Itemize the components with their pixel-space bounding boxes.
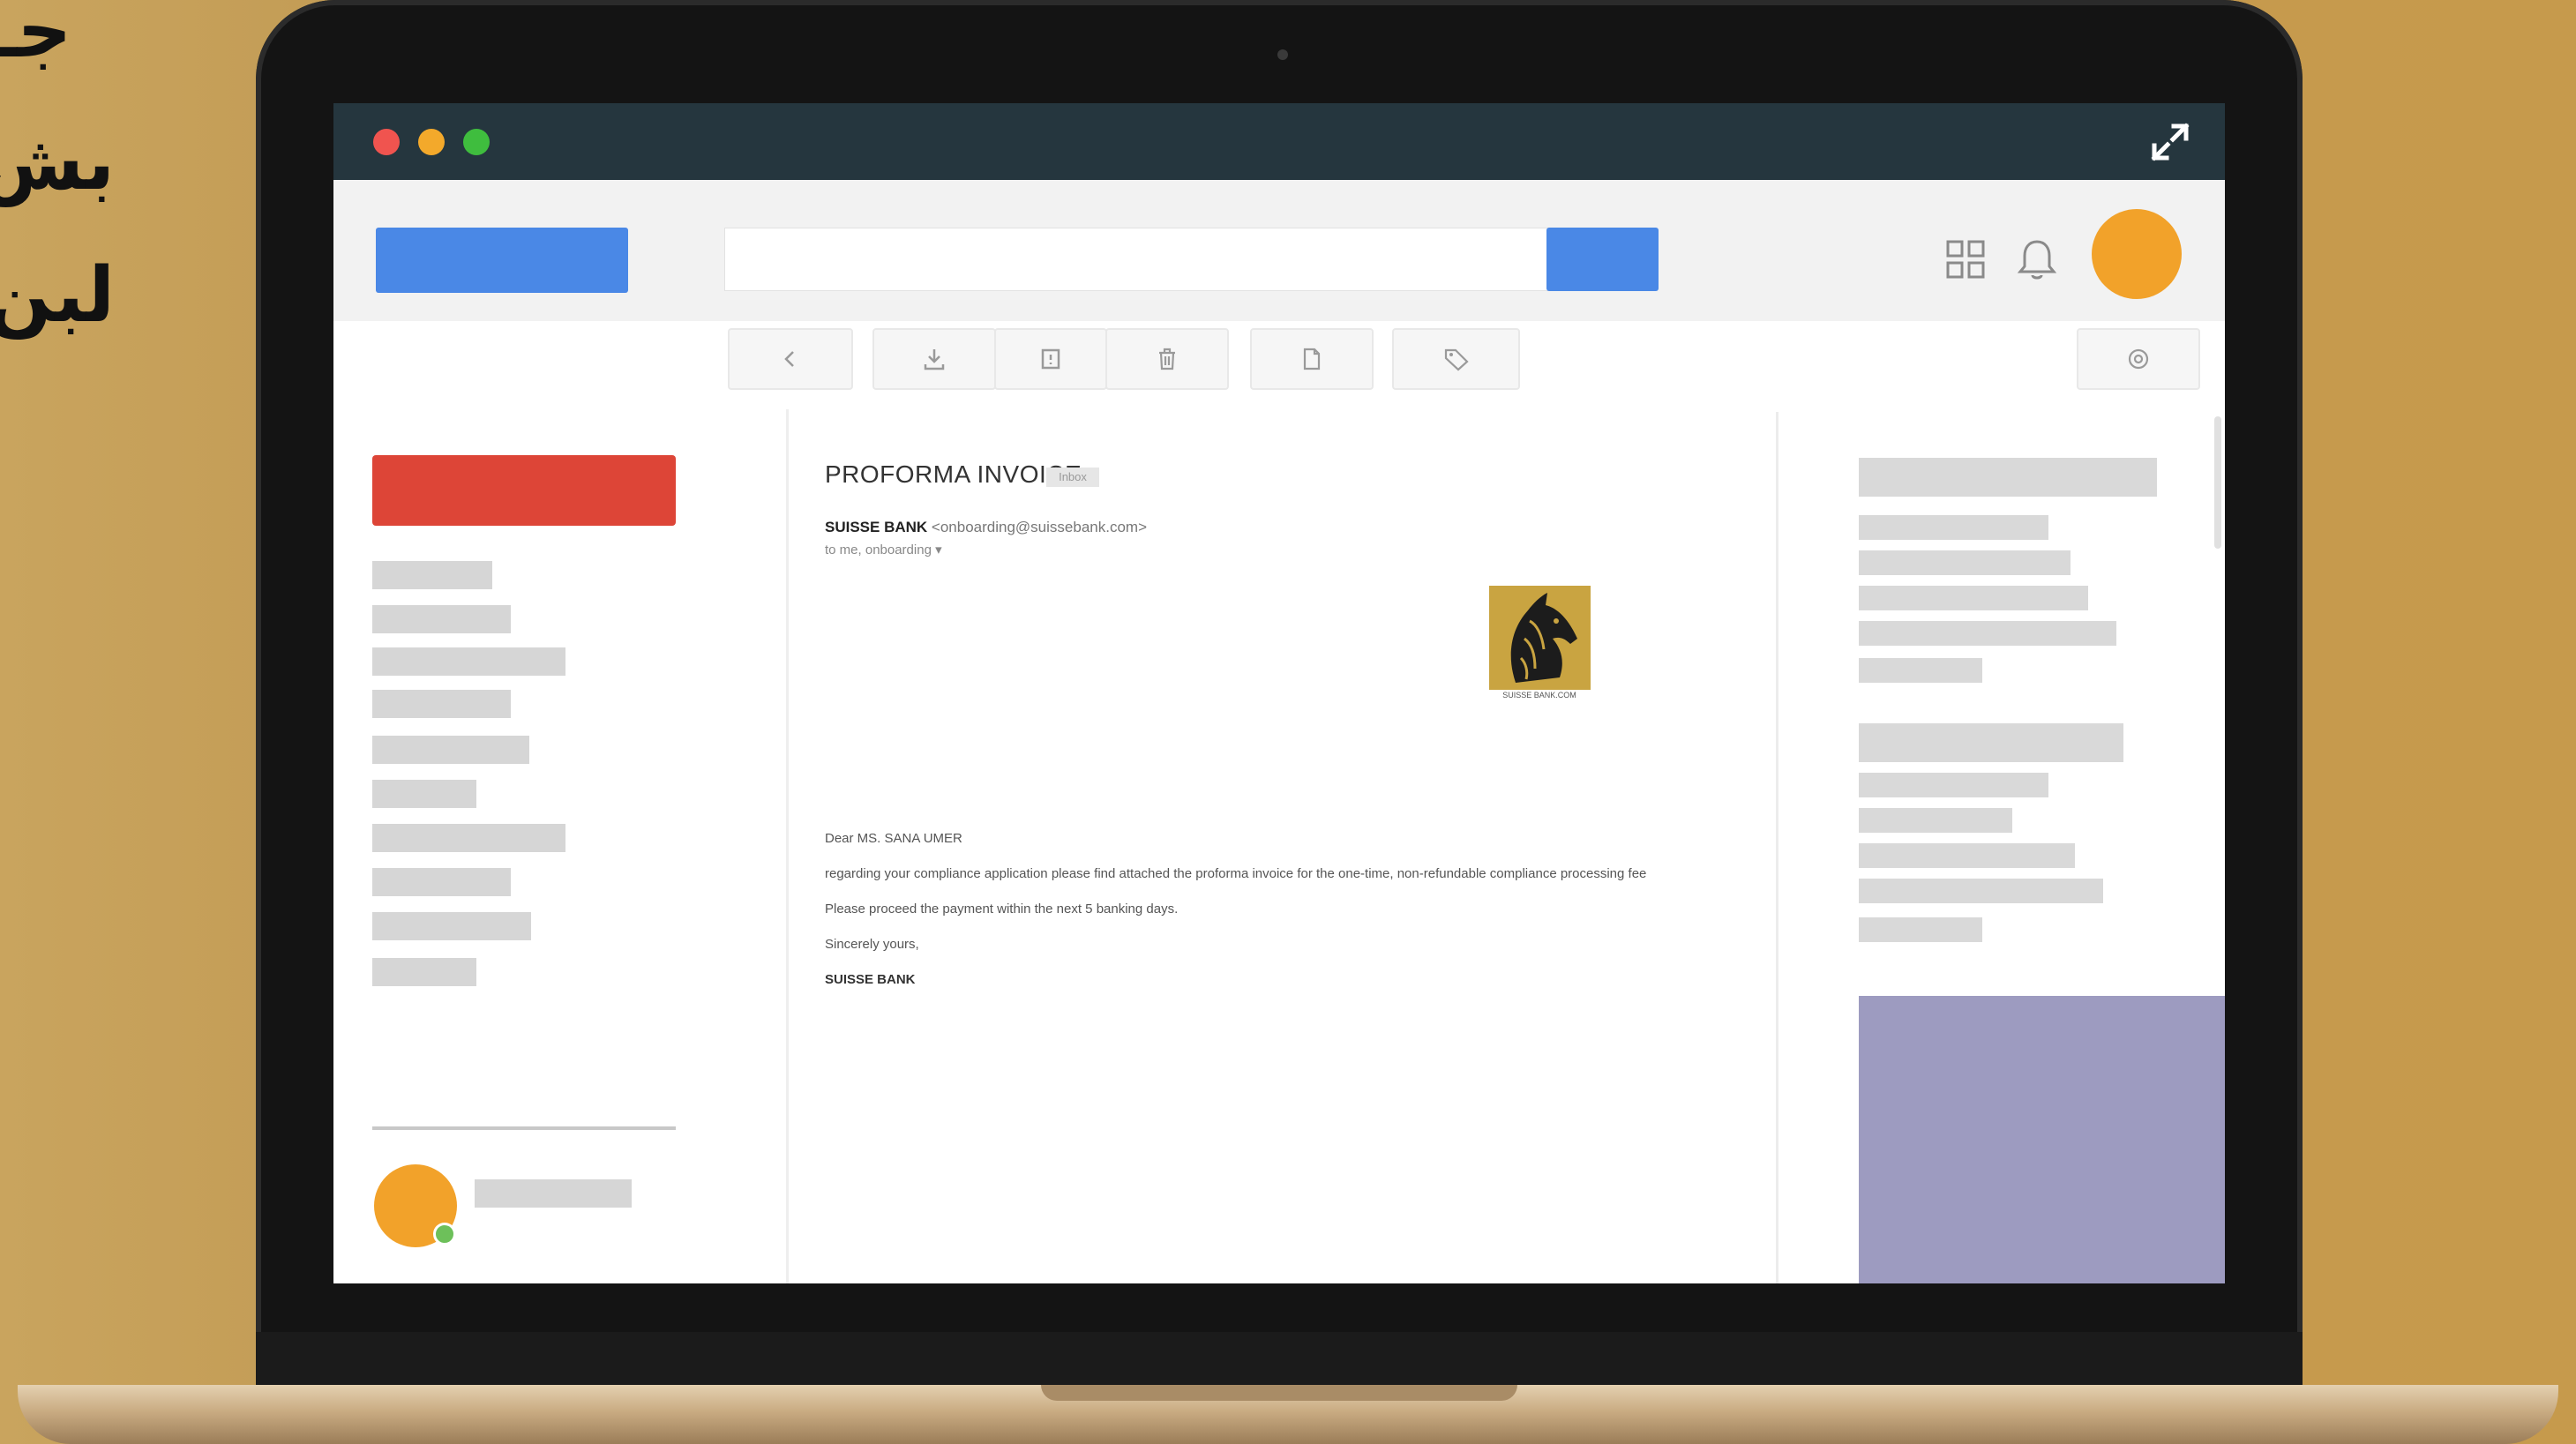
laptop-screen: PROFORMA INVOICE Inbox SUISSE BANK <onbo… [333, 103, 2225, 1283]
email-subject: PROFORMA INVOICE [825, 460, 1082, 488]
panel-line-placeholder [1859, 879, 2103, 903]
chevron-left-icon [784, 351, 794, 367]
sidebar-folder-item[interactable] [372, 868, 511, 896]
window-titlebar [333, 103, 2225, 180]
panel-line-placeholder [1859, 773, 2048, 797]
download-archive-icon [924, 349, 945, 370]
sender-name: SUISSE BANK [825, 519, 928, 535]
ad-banner[interactable] [1859, 996, 2225, 1283]
sidebar-folder-item[interactable] [372, 561, 492, 589]
sidebar-folder-item[interactable] [372, 736, 529, 764]
sender-email: <onboarding@suissebank.com> [931, 519, 1147, 535]
panel-line-placeholder [1859, 515, 2048, 540]
panel-line-placeholder [1859, 586, 2088, 610]
right-panel [1789, 409, 2225, 1283]
email-signature: SUISSE BANK [825, 972, 916, 987]
back-button[interactable] [728, 328, 853, 390]
folder-tag[interactable]: Inbox [1046, 468, 1099, 487]
grid-apps-icon[interactable] [1944, 238, 1987, 281]
sidebar-divider [372, 1126, 676, 1130]
email-closing: Sincerely yours, [825, 937, 919, 952]
search-input[interactable] [724, 228, 1554, 291]
arabic-line-2: بش [0, 119, 115, 207]
email-toolbar [333, 321, 2225, 409]
email-paragraph: Please proceed the payment within the ne… [825, 902, 1179, 917]
sidebar-folder-item[interactable] [372, 780, 476, 808]
app-header [333, 180, 2225, 321]
search-button[interactable] [1546, 228, 1659, 291]
label-button[interactable] [1392, 328, 1520, 390]
panel-line-placeholder [1859, 621, 2116, 646]
sidebar-folder-item[interactable] [372, 605, 511, 633]
logo-caption: SUISSE BANK.COM [1502, 691, 1576, 700]
minimize-window-button[interactable] [418, 129, 445, 155]
move-button[interactable] [1250, 328, 1374, 390]
sidebar-folder-item[interactable] [372, 824, 565, 852]
arabic-line-1: جـ [0, 0, 72, 75]
scrollbar[interactable] [2214, 416, 2221, 549]
trash-icon [1159, 348, 1175, 370]
sidebar-folder-item[interactable] [372, 690, 511, 718]
sidebar-folder-item[interactable] [372, 647, 565, 676]
contact-name-placeholder [475, 1179, 632, 1208]
email-paragraph: regarding your compliance application pl… [825, 866, 1647, 881]
document-icon [1303, 348, 1321, 370]
archive-button[interactable] [872, 328, 996, 390]
email-sender: SUISSE BANK <onboarding@suissebank.com> [825, 519, 1147, 536]
recipient-details-toggle[interactable]: to me, onboarding ▾ [825, 542, 942, 557]
panel-line-placeholder [1859, 917, 1982, 942]
bank-horse-logo: SUISSE BANK.COM [1489, 586, 1591, 700]
app-logo-placeholder[interactable] [376, 228, 628, 293]
delete-button[interactable] [1105, 328, 1229, 390]
report-button[interactable] [994, 328, 1107, 390]
sidebar-folder-item[interactable] [372, 958, 476, 986]
settings-button[interactable] [2077, 328, 2200, 390]
tag-icon [1444, 348, 1469, 371]
expand-arrows-icon[interactable] [2149, 121, 2191, 163]
panel-divider [1776, 412, 1778, 1283]
online-status-dot [433, 1223, 456, 1246]
gear-icon [2128, 348, 2149, 370]
arabic-line-3: لبن [0, 251, 115, 340]
panel-heading-placeholder [1859, 723, 2123, 762]
compose-button[interactable] [372, 455, 676, 526]
maximize-window-button[interactable] [463, 129, 490, 155]
panel-heading-placeholder [1859, 458, 2157, 497]
panel-line-placeholder [1859, 808, 2012, 833]
background-arabic-text: جـ بش لبن [0, 0, 115, 362]
report-icon [1041, 348, 1060, 370]
panel-line-placeholder [1859, 550, 2071, 575]
sidebar-folder-item[interactable] [372, 912, 531, 940]
panel-line-placeholder [1859, 658, 1982, 683]
bell-icon[interactable] [2017, 236, 2057, 282]
sidebar [333, 409, 783, 1283]
email-greeting: Dear MS. SANA UMER [825, 831, 962, 846]
user-avatar[interactable] [2092, 209, 2182, 299]
panel-line-placeholder [1859, 843, 2075, 868]
close-window-button[interactable] [373, 129, 400, 155]
laptop-base-notch [1041, 1385, 1517, 1401]
webcam [1277, 49, 1288, 60]
